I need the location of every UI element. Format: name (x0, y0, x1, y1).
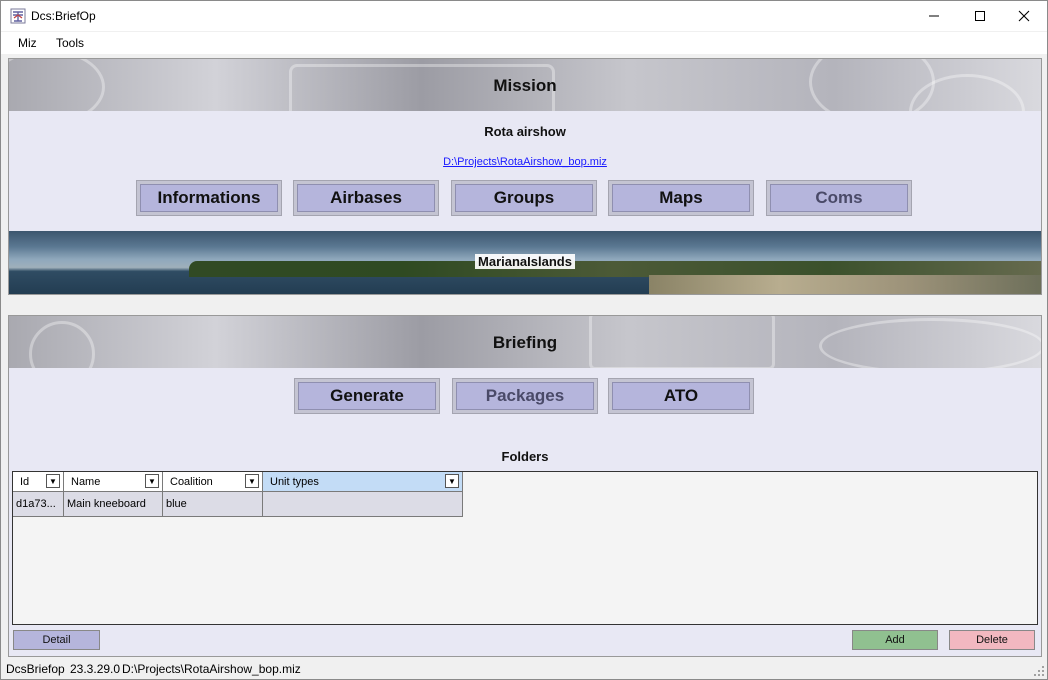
packages-button[interactable]: Packages (452, 378, 598, 414)
title-bar: Dcs:BriefOp (1, 1, 1047, 31)
filter-dropdown-icon[interactable]: ▼ (145, 474, 159, 488)
column-header-coalition-label: Coalition (170, 476, 213, 488)
folders-title: Folders (501, 449, 549, 464)
cell-id[interactable]: d1a73... (13, 492, 64, 517)
airbases-button-label: Airbases (297, 184, 435, 212)
column-header-coalition[interactable]: Coalition ▼ (163, 472, 263, 492)
folders-grid: Id ▼ Name ▼ Coalition ▼ Unit types ▼ d1a… (12, 471, 1038, 625)
theater-label: MarianaIslands (475, 254, 575, 269)
filter-dropdown-icon[interactable]: ▼ (46, 474, 60, 488)
column-header-unit-types-label: Unit types (270, 476, 319, 488)
theater-image: MarianaIslands (9, 231, 1041, 294)
app-icon (10, 8, 26, 24)
close-button[interactable] (1001, 1, 1047, 31)
cell-unit-types[interactable] (263, 492, 463, 517)
menu-miz[interactable]: Miz (18, 36, 37, 50)
maximize-button[interactable] (957, 1, 1003, 31)
informations-button[interactable]: Informations (136, 180, 282, 216)
cell-coalition[interactable]: blue (163, 492, 263, 517)
cell-id-text: d1a73... (16, 498, 56, 510)
column-header-id-label: Id (20, 476, 30, 488)
generate-button-label: Generate (298, 382, 436, 410)
packages-button-label: Packages (456, 382, 594, 410)
coms-button[interactable]: Coms (766, 180, 912, 216)
briefing-banner: Briefing (9, 316, 1041, 368)
cell-coalition-text: blue (166, 498, 187, 510)
detail-button[interactable]: Detail (13, 630, 100, 650)
ato-button-label: ATO (612, 382, 750, 410)
briefing-panel: Briefing Generate Packages ATO Folders I… (8, 315, 1042, 657)
filter-dropdown-icon[interactable]: ▼ (445, 474, 459, 488)
column-header-unit-types[interactable]: Unit types ▼ (263, 472, 463, 492)
resize-grip-icon[interactable] (1033, 665, 1045, 677)
cell-name[interactable]: Main kneeboard (64, 492, 163, 517)
maps-button[interactable]: Maps (608, 180, 754, 216)
status-version: 23.3.29.0 (70, 662, 121, 676)
ato-button[interactable]: ATO (608, 378, 754, 414)
informations-button-label: Informations (140, 184, 278, 212)
mission-panel: Mission Rota airshow D:\Projects\RotaAir… (8, 58, 1042, 295)
app-window: Dcs:BriefOp Miz Tools Mission Rota airsh… (0, 0, 1048, 680)
airbases-button[interactable]: Airbases (293, 180, 439, 216)
coms-button-label: Coms (770, 184, 908, 212)
maximize-icon (975, 11, 985, 21)
column-header-name-label: Name (71, 476, 101, 488)
status-app-name: DcsBriefop (6, 662, 65, 676)
maps-button-label: Maps (612, 184, 750, 212)
cell-name-text: Main kneeboard (67, 498, 146, 510)
status-path: D:\Projects\RotaAirshow_bop.miz (122, 662, 301, 676)
generate-button[interactable]: Generate (294, 378, 440, 414)
minimize-button[interactable] (911, 1, 957, 31)
status-bar: DcsBriefop 23.3.29.0 D:\Projects\RotaAir… (1, 659, 1047, 679)
window-title: Dcs:BriefOp (31, 9, 96, 23)
mission-banner: Mission (9, 59, 1041, 111)
delete-button[interactable]: Delete (949, 630, 1035, 650)
groups-button[interactable]: Groups (451, 180, 597, 216)
groups-button-label: Groups (455, 184, 593, 212)
minimize-icon (929, 15, 939, 17)
mission-header: Mission (493, 76, 557, 95)
add-button[interactable]: Add (852, 630, 938, 650)
menu-tools[interactable]: Tools (56, 36, 84, 50)
column-header-name[interactable]: Name ▼ (64, 472, 163, 492)
mission-name: Rota airshow (484, 124, 566, 139)
briefing-header: Briefing (492, 333, 558, 352)
filter-dropdown-icon[interactable]: ▼ (245, 474, 259, 488)
menu-bar: Miz Tools (1, 32, 1047, 54)
mission-path-link[interactable]: D:\Projects\RotaAirshow_bop.miz (9, 156, 1041, 168)
column-header-id[interactable]: Id ▼ (13, 472, 64, 492)
close-icon (1018, 10, 1030, 22)
